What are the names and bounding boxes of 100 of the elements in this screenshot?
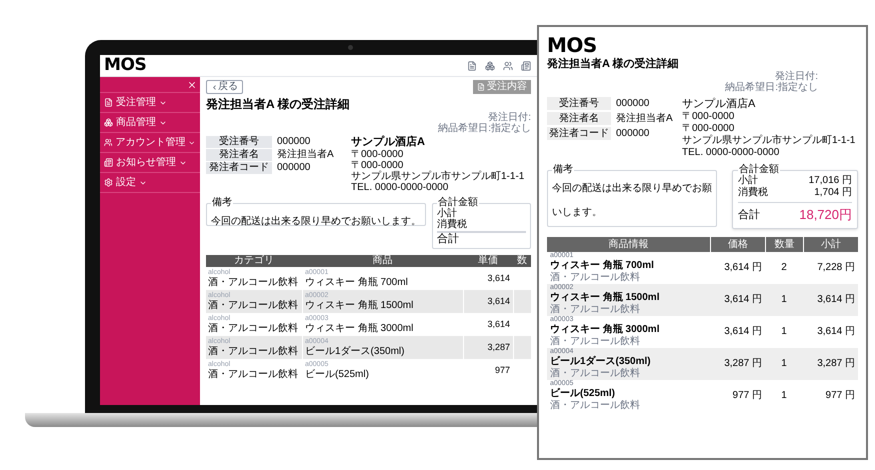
address-line: 〒000-0000 [351, 160, 404, 171]
menu-icon [104, 118, 113, 127]
info-label: 受注番号 [206, 136, 272, 148]
product-name: ウィスキー 角瓶 1500ml [550, 292, 660, 304]
newspaper-icon[interactable] [521, 60, 531, 70]
totals-box: 合計金額 小計 17,016 円 消費税 1,704 円 合計 18,720円 [732, 165, 858, 228]
boxes-icon[interactable] [485, 60, 495, 70]
quantity-text: 1 [780, 325, 788, 339]
menu-icon [104, 138, 112, 147]
product-name: ビール1ダース(350ml) [305, 346, 406, 357]
category-text: 酒・アルコール飲料 [550, 400, 641, 411]
totals-label: 小計 [738, 175, 758, 186]
info-label: 発注者名 [547, 112, 611, 125]
subtotal-text: 3,614 円 [816, 293, 856, 307]
notes-box: 備考 今回の配送は出来る限り早めでお願いします。 [206, 198, 426, 226]
document-icon[interactable] [467, 60, 477, 70]
subtotal-text: 7,228 円 [816, 261, 856, 275]
price-text: 3,614 円 [723, 261, 763, 275]
subtotal-text: 3,614 円 [816, 325, 856, 339]
sidebar-item[interactable]: お知らせ管理 [100, 153, 200, 173]
price-text: 977 円 [732, 389, 763, 403]
product-name: ウィスキー 角瓶 1500ml [305, 300, 414, 311]
camera-icon [348, 45, 352, 50]
address-line: TEL. 0000-0000-0000 [351, 182, 450, 193]
logo: MOS [104, 57, 146, 74]
category-text: 酒・アルコール飲料 [208, 323, 299, 334]
address-line: サンプル県サンプル市サンプル町1-1-1 [351, 171, 526, 182]
price-text: 977 [494, 364, 510, 377]
price-text: 3,614 円 [723, 325, 763, 339]
users-icon[interactable] [503, 60, 513, 70]
info-value: 000000 [277, 136, 310, 148]
sidebar-item[interactable]: アカウント管理 [100, 133, 200, 153]
document-title: 発注担当者A 様の受注詳細 [547, 57, 680, 71]
info-value: 000000 [616, 97, 650, 110]
date-text: 納品希望日:指定なし [438, 123, 531, 134]
category-text: 酒・アルコール飲料 [208, 277, 299, 288]
product-name: ウィスキー 角瓶 700ml [305, 277, 409, 288]
product-name: ビール(525ml) [550, 388, 616, 400]
quantity-text: 1 [780, 389, 788, 403]
table-header: 商品情報 価格 数量 小計 [547, 236, 858, 252]
info-value: 発注担当者A [277, 149, 334, 161]
address-line: 〒000-0000 [682, 123, 736, 134]
info-label: 発注者コード [206, 162, 272, 174]
info-value: 発注担当者A [616, 112, 673, 125]
date-text: 発注日付: [775, 71, 818, 82]
sidebar-item[interactable]: 受注管理 [100, 93, 200, 113]
total-value: 18,720円 [799, 206, 852, 224]
order-button[interactable]: 受注内容 [473, 80, 531, 94]
product-name: ビール(525ml) [305, 369, 370, 380]
totals-box: 合計金額 小計 消費税 合計 [432, 198, 531, 249]
table-header: カテゴリ 商品 単価 数 [206, 255, 531, 267]
menu-icon [104, 158, 113, 167]
subtotal-text: 3,287 円 [816, 357, 856, 371]
price-text: 3,614 [487, 318, 510, 331]
date-text: 納品希望日:指定なし [725, 82, 818, 93]
close-icon[interactable] [187, 80, 197, 90]
notes-box: 備考 今回の配送は出来る限り早めでお願いします。 [547, 165, 717, 227]
category-text: 酒・アルコール飲料 [208, 300, 299, 311]
address-line: TEL. 0000-0000-0000 [682, 147, 780, 159]
menu-icon [104, 178, 113, 187]
shop-name: サンプル酒店A [682, 97, 756, 111]
document-icon [477, 83, 485, 91]
category-text: 酒・アルコール飲料 [550, 368, 641, 379]
quantity-text: 1 [780, 357, 788, 371]
address-line: 〒000-0000 [351, 149, 404, 160]
category-text: 酒・アルコール飲料 [208, 346, 299, 357]
address-line: サンプル県サンプル市サンプル町1-1-1 [682, 135, 856, 147]
address-line: 〒000-0000 [682, 111, 736, 123]
totals-value: 1,704 円 [814, 187, 852, 199]
totals-label: 消費税 [738, 187, 768, 199]
logo: MOS [547, 35, 598, 55]
price-text: 3,287 [487, 340, 510, 354]
totals-value: 17,016 円 [808, 175, 852, 187]
subtotal-text: 977 円 [824, 389, 856, 403]
price-text: 3,614 円 [723, 293, 763, 307]
sidebar-item[interactable]: 商品管理 [100, 113, 200, 133]
price-text: 3,614 [487, 272, 510, 285]
price-text: 3,287 円 [723, 357, 763, 371]
caret-icon [188, 138, 196, 146]
sidebar-item[interactable]: 設定 [100, 173, 200, 193]
page-title: 発注担当者A 様の受注詳細 [206, 97, 351, 112]
date-text: 発注日付: [488, 112, 531, 123]
product-name: ウィスキー 角瓶 700ml [550, 260, 655, 272]
quantity-text: 1 [780, 293, 788, 307]
product-name: ビール1ダース(350ml) [550, 356, 652, 368]
info-label: 発注者コード [547, 127, 611, 140]
product-name: ウィスキー 角瓶 3000ml [305, 323, 414, 334]
price-text: 3,614 [487, 294, 510, 308]
product-name: ウィスキー 角瓶 3000ml [550, 324, 660, 336]
category-text: 酒・アルコール飲料 [208, 369, 299, 380]
menu-icon [104, 98, 113, 107]
quantity-text: 2 [780, 261, 788, 275]
back-button[interactable]: 戻る [206, 80, 243, 94]
info-value: 000000 [277, 162, 310, 174]
info-label: 発注者名 [206, 149, 272, 161]
category-text: 酒・アルコール飲料 [550, 336, 641, 347]
category-text: 酒・アルコール飲料 [550, 272, 641, 283]
category-text: 酒・アルコール飲料 [550, 304, 641, 315]
info-value: 000000 [616, 127, 650, 140]
chevron-left-icon [211, 84, 218, 90]
